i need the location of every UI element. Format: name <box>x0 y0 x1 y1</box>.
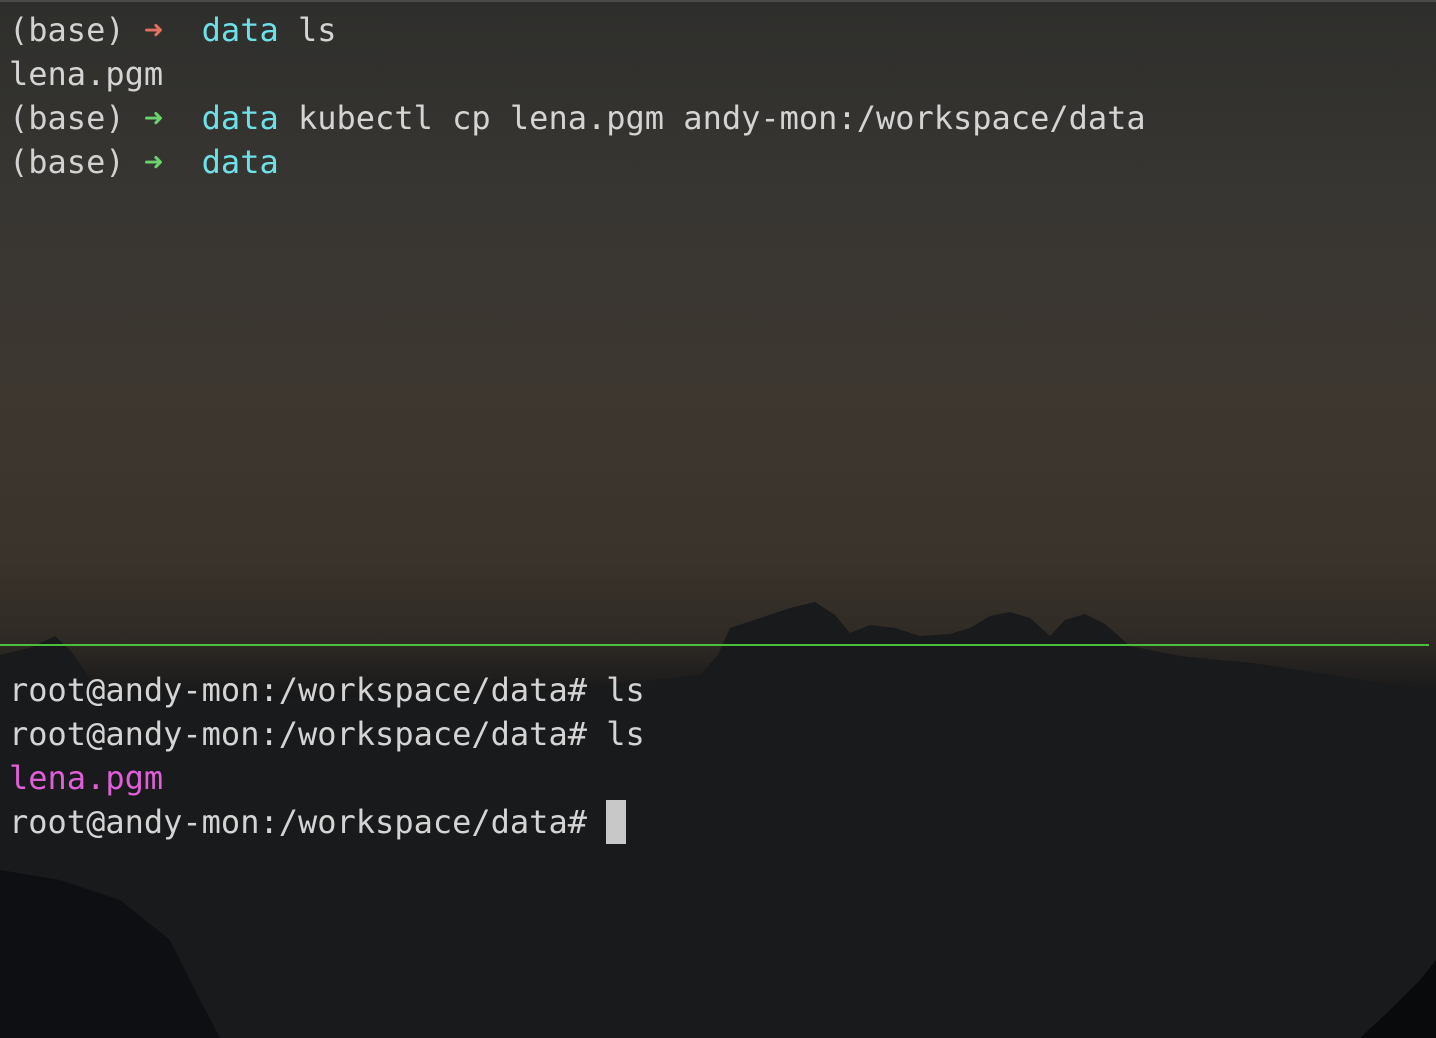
conda-env-label: (base) <box>9 99 125 137</box>
terminal-line-3: (base) ➜ data kubectl cp lena.pgm andy-m… <box>9 96 1427 140</box>
command-text: ls <box>297 11 337 49</box>
terminal-line-1: (base) ➜ data ls <box>9 8 1427 52</box>
prompt-arrow-icon: ➜ <box>143 143 164 181</box>
command-text: ls <box>606 715 645 753</box>
shell-prompt: root@andy-mon:/workspace/data# <box>9 803 587 841</box>
terminal-line-2: lena.pgm <box>9 52 1427 96</box>
terminal-window[interactable]: (base) ➜ data ls lena.pgm (base) ➜ data … <box>0 0 1436 1038</box>
current-directory: data <box>201 11 279 49</box>
text-cursor <box>606 800 627 844</box>
prompt-arrow-icon: ➜ <box>143 11 164 49</box>
pane-divider[interactable] <box>0 644 1429 646</box>
shell-prompt: root@andy-mon:/workspace/data# <box>9 715 587 753</box>
current-directory: data <box>201 143 279 181</box>
terminal-line-3: lena.pgm <box>9 756 1427 800</box>
command-output: lena.pgm <box>9 55 164 93</box>
terminal-line-4[interactable]: root@andy-mon:/workspace/data# <box>9 800 1427 844</box>
conda-env-label: (base) <box>9 11 125 49</box>
local-shell-pane[interactable]: (base) ➜ data ls lena.pgm (base) ➜ data … <box>9 8 1427 184</box>
terminal-line-4[interactable]: (base) ➜ data <box>9 140 1427 184</box>
command-text: kubectl cp lena.pgm andy-mon:/workspace/… <box>297 99 1146 137</box>
shell-prompt: root@andy-mon:/workspace/data# <box>9 671 587 709</box>
pod-shell-pane[interactable]: root@andy-mon:/workspace/data# ls root@a… <box>9 668 1427 844</box>
command-output: lena.pgm <box>9 759 164 797</box>
terminal-line-2: root@andy-mon:/workspace/data# ls <box>9 712 1427 756</box>
terminal-line-1: root@andy-mon:/workspace/data# ls <box>9 668 1427 712</box>
current-directory: data <box>201 99 279 137</box>
command-text: ls <box>606 671 645 709</box>
conda-env-label: (base) <box>9 143 125 181</box>
prompt-arrow-icon: ➜ <box>143 99 164 137</box>
